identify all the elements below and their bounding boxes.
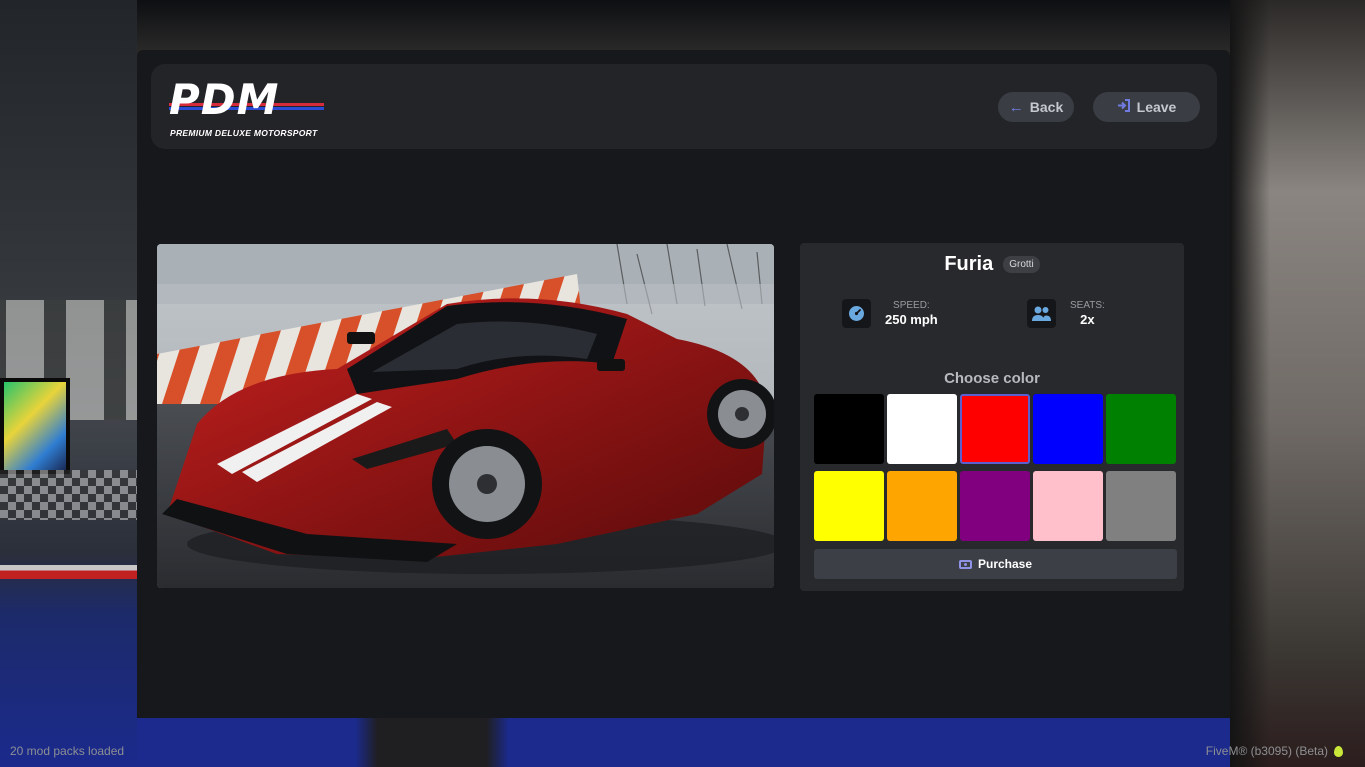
vehicle-title: Furia Grotti [800, 253, 1184, 276]
wall-shadow [1230, 0, 1270, 767]
game-background-left [0, 0, 137, 767]
vehicle-info-card: Furia Grotti SPEED: 250 mph SEATS: 2x Ch… [800, 243, 1184, 591]
logo-text: PDM [169, 75, 280, 124]
game-background-floor [137, 718, 1230, 767]
color-swatch-red[interactable] [960, 394, 1030, 464]
exit-icon [1117, 98, 1131, 116]
leave-label: Leave [1136, 99, 1177, 115]
dealership-panel: PDM PREMIUM DELUXE MOTORSPORT ← Back Lea… [137, 50, 1230, 718]
speed-value: 250 mph [885, 312, 938, 327]
checker-floor [0, 470, 137, 520]
color-swatch-yellow[interactable] [814, 471, 884, 541]
color-swatch-white[interactable] [887, 394, 957, 464]
seats-value: 2x [1080, 312, 1095, 327]
color-swatch-black[interactable] [814, 394, 884, 464]
vehicle-preview-image [157, 244, 774, 588]
purchase-label: Purchase [977, 557, 1033, 571]
fivem-icon [1334, 745, 1343, 757]
back-button[interactable]: ← Back [998, 92, 1074, 122]
floor-stripe [0, 565, 137, 579]
leave-button[interactable]: Leave [1093, 92, 1200, 122]
back-label: Back [1029, 99, 1064, 115]
users-icon [1027, 299, 1056, 328]
vehicle-name: Furia [944, 253, 994, 275]
background-monitor [0, 378, 70, 474]
color-swatch-pink[interactable] [1033, 471, 1103, 541]
logo-subtitle: PREMIUM DELUXE MOTORSPORT [170, 128, 318, 138]
header-bar: PDM PREMIUM DELUXE MOTORSPORT ← Back Lea… [151, 64, 1217, 149]
color-swatch-gray[interactable] [1106, 471, 1176, 541]
color-swatch-grid [814, 394, 1176, 541]
seats-label: SEATS: [1070, 300, 1105, 311]
choose-color-heading: Choose color [944, 370, 1040, 387]
color-swatch-green[interactable] [1106, 394, 1176, 464]
seats-stat: SEATS: 2x [1027, 299, 1105, 328]
arrow-left-icon: ← [1008, 98, 1024, 116]
mod-packs-status: 20 mod packs loaded [10, 744, 125, 758]
speedometer-icon [842, 299, 871, 328]
client-version-text: FiveM® (b3095) (Beta) [1205, 744, 1328, 758]
client-version: FiveM® (b3095) (Beta) [1206, 744, 1343, 758]
speed-label: SPEED: [893, 300, 930, 311]
color-swatch-orange[interactable] [887, 471, 957, 541]
speed-stat: SPEED: 250 mph [842, 299, 938, 328]
game-background-right [1230, 0, 1365, 767]
money-icon [958, 559, 972, 569]
purchase-button[interactable]: Purchase [814, 549, 1177, 579]
game-background-top [0, 0, 1365, 55]
color-swatch-blue[interactable] [1033, 394, 1103, 464]
brand-badge: Grotti [1003, 256, 1040, 273]
color-swatch-purple[interactable] [960, 471, 1030, 541]
pdm-logo: PDM PREMIUM DELUXE MOTORSPORT [169, 75, 329, 143]
